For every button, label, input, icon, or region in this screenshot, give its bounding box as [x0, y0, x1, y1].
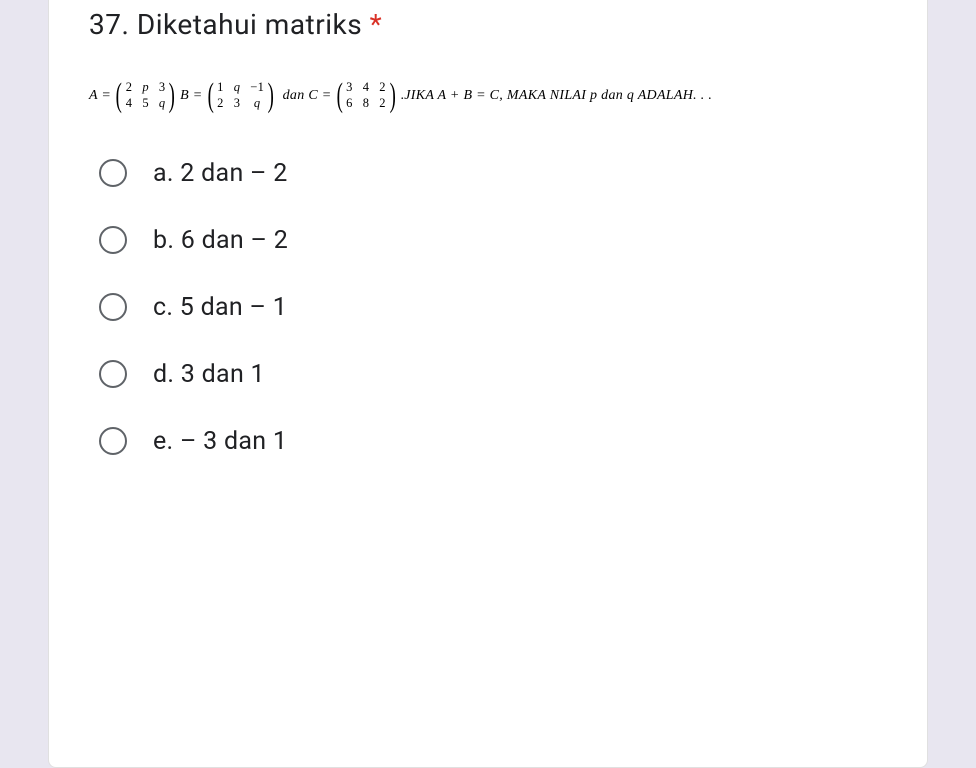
option-label: b. 6 dan – 2 — [153, 226, 288, 255]
question-title: 37. Diketahui matriks * — [89, 0, 887, 41]
matrix-c: ( 3 4 2 6 8 2 ) — [334, 81, 399, 111]
matrix-c-body: 3 4 2 6 8 2 — [345, 81, 387, 111]
option-b[interactable]: b. 6 dan – 2 — [99, 226, 887, 255]
dan-text: dan — [283, 88, 305, 104]
c-equals: C = — [308, 88, 331, 104]
question-text: Diketahui matriks — [137, 8, 362, 41]
radio-icon — [99, 360, 127, 388]
option-label: c. 5 dan – 1 — [153, 293, 287, 322]
option-c[interactable]: c. 5 dan – 1 — [99, 293, 887, 322]
option-label: e. – 3 dan 1 — [153, 427, 287, 456]
paren-left: ( — [207, 82, 213, 109]
required-asterisk: * — [370, 8, 383, 41]
radio-icon — [99, 226, 127, 254]
option-e[interactable]: e. – 3 dan 1 — [99, 427, 887, 456]
paren-left: ( — [116, 82, 122, 109]
tail-text: JIKA A + B = C, MAKA NILAI p dan q ADALA… — [404, 88, 712, 104]
paren-left: ( — [336, 82, 342, 109]
paren-right: ) — [169, 82, 175, 109]
question-number: 37. — [89, 8, 129, 41]
a-equals: A = — [89, 88, 111, 104]
math-expression: A = ( 2 p 3 4 5 q ) B = ( 1 q −1 2 3 q — [89, 81, 887, 111]
paren-right: ) — [389, 82, 395, 109]
question-card: 37. Diketahui matriks * A = ( 2 p 3 4 5 … — [48, 0, 928, 768]
option-label: d. 3 dan 1 — [153, 360, 265, 389]
option-label: a. 2 dan – 2 — [153, 159, 288, 188]
paren-right: ) — [268, 82, 274, 109]
matrix-b: ( 1 q −1 2 3 q ) — [205, 81, 277, 111]
radio-icon — [99, 159, 127, 187]
options-list: a. 2 dan – 2 b. 6 dan – 2 c. 5 dan – 1 d… — [89, 159, 887, 456]
b-equals: B = — [180, 88, 202, 104]
radio-icon — [99, 427, 127, 455]
radio-icon — [99, 293, 127, 321]
option-a[interactable]: a. 2 dan – 2 — [99, 159, 887, 188]
matrix-a-body: 2 p 3 4 5 q — [125, 81, 167, 111]
matrix-a: ( 2 p 3 4 5 q ) — [113, 81, 178, 111]
matrix-b-body: 1 q −1 2 3 q — [216, 81, 265, 111]
option-d[interactable]: d. 3 dan 1 — [99, 360, 887, 389]
